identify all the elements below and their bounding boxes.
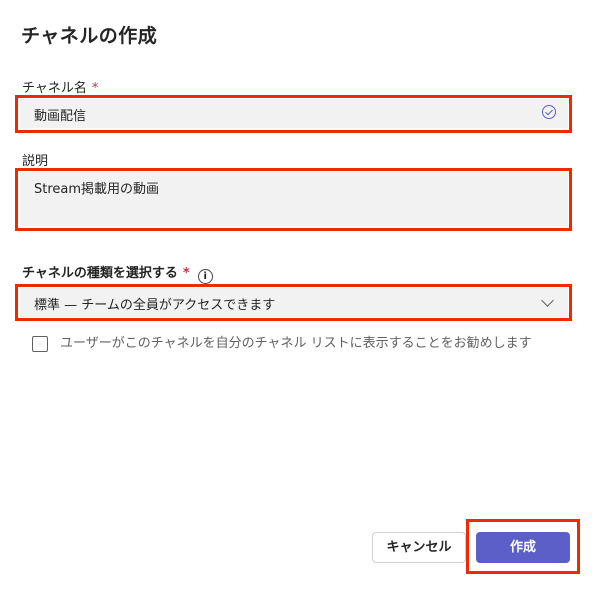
channel-name-value: 動画配信	[34, 109, 87, 124]
channel-type-label-text: チャネルの種類を選択する	[22, 266, 178, 281]
channel-name-input[interactable]: 動画配信	[20, 99, 568, 128]
channel-name-label: チャネル名 *	[22, 77, 98, 96]
chevron-down-icon	[541, 294, 554, 307]
check-circle-icon	[542, 105, 556, 119]
required-mark: *	[182, 266, 190, 281]
channel-type-selected: 標準 — チームの全員がアクセスできます	[34, 298, 276, 313]
show-in-list-checkbox[interactable]	[32, 336, 48, 352]
cancel-button[interactable]: キャンセル	[372, 532, 466, 563]
show-in-list-label: ユーザーがこのチャネルを自分のチャネル リストに表示することをお勧めします	[60, 336, 532, 351]
info-icon[interactable]: i	[197, 269, 213, 284]
create-button[interactable]: 作成	[476, 532, 570, 563]
required-mark: *	[91, 81, 99, 96]
channel-type-select[interactable]: 標準 — チームの全員がアクセスできます	[20, 288, 568, 317]
channel-name-label-text: チャネル名	[22, 81, 87, 96]
description-label: 説明	[22, 154, 49, 169]
channel-type-label: チャネルの種類を選択する * i	[22, 262, 213, 284]
description-textarea[interactable]: Stream掲載用の動画	[20, 172, 568, 226]
description-value: Stream掲載用の動画	[34, 182, 160, 197]
dialog-title: チャネルの作成	[21, 25, 158, 47]
